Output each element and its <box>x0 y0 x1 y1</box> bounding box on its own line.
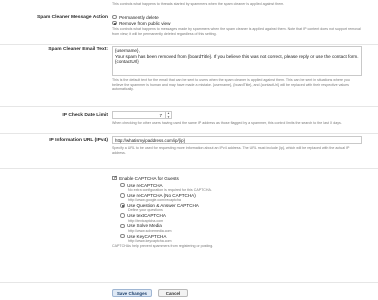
email-text-label: Spam Cleaner Email Text: <box>48 47 108 52</box>
divider <box>0 106 378 107</box>
enable-captcha-label: Enable CAPTCHA for Guests <box>119 175 179 181</box>
radio-checked-icon[interactable] <box>112 20 117 26</box>
save-changes-button[interactable]: Save Changes <box>112 289 152 297</box>
radio-icon[interactable] <box>120 223 125 229</box>
option-label: Use KeyCAPTCHA <box>127 233 167 239</box>
message-action-options: Permanently delete Remove from public vi… <box>112 14 362 36</box>
ip-date-limit-group: 7 ▲ ▼ When checking for other users havi… <box>112 111 362 126</box>
enable-captcha-checkbox[interactable]: Enable CAPTCHA for Guests <box>112 175 362 181</box>
radio-icon[interactable] <box>120 192 125 198</box>
option-link[interactable]: http://www.keycaptcha.com <box>128 239 362 243</box>
radio-icon[interactable] <box>120 233 125 239</box>
email-text-group: {username}, Your spam has been removed f… <box>112 46 362 92</box>
message-action-label: Spam Cleaner Message Action <box>36 15 108 20</box>
spinner-control[interactable]: ▲ ▼ <box>166 111 172 119</box>
option-label: Use textCAPTCHA <box>127 213 166 219</box>
email-line: {contactUrl} <box>115 59 139 65</box>
email-text-area[interactable]: {username}, Your spam has been removed f… <box>112 46 362 76</box>
option-label: Use Solve Media <box>127 223 162 229</box>
radio-icon[interactable] <box>112 14 117 20</box>
divider <box>0 44 378 45</box>
cancel-button[interactable]: Cancel <box>158 289 188 297</box>
ip-info-url-input[interactable]: http://whatismyipaddress.com/ip/{ip} <box>112 136 362 144</box>
radio-icon[interactable] <box>120 213 125 218</box>
captcha-option-textcaptcha[interactable]: Use textCAPTCHA http://textcaptcha.com <box>120 213 362 223</box>
option-label: Remove from public view <box>119 20 171 26</box>
captcha-options: Use reCAPTCHA No extra configuration is … <box>120 182 362 243</box>
ip-info-url-label: IP Information URL (IPv4) <box>49 138 108 143</box>
divider <box>0 282 378 283</box>
option-label: Use reCAPTCHA <box>127 182 163 188</box>
message-action-hint: This controls what happens to messages m… <box>112 27 361 36</box>
captcha-option-question-answer[interactable]: Use Question & Answer CAPTCHA Define you… <box>120 202 362 212</box>
thread-action-hint: This controls what happens to threads st… <box>112 2 285 6</box>
divider <box>0 168 378 169</box>
captcha-option-recaptcha[interactable]: Use reCAPTCHA No extra configuration is … <box>120 182 362 192</box>
ip-date-limit-input[interactable]: 7 <box>112 111 166 119</box>
captcha-group: Enable CAPTCHA for Guests Use reCAPTCHA … <box>112 175 362 249</box>
divider <box>0 133 378 134</box>
captcha-option-recaptcha-nocaptcha[interactable]: Use reCAPTCHA (No CAPTCHA) http://www.go… <box>120 192 362 202</box>
option-remove-from-public-view[interactable]: Remove from public view <box>112 20 362 26</box>
options-page: This controls what happens to threads st… <box>0 0 378 300</box>
captcha-hint: CAPTCHAs help prevent spammers from regi… <box>112 244 214 249</box>
option-label: Use reCAPTCHA (No CAPTCHA) <box>127 192 196 198</box>
radio-checked-icon[interactable] <box>120 203 125 208</box>
email-text-hint: This is the default text for the email t… <box>112 78 350 92</box>
ip-info-url-group: http://whatismyipaddress.com/ip/{ip} Spe… <box>112 136 362 155</box>
ip-date-limit-label: IP Check Date Limit <box>62 113 108 118</box>
captcha-option-solve-media[interactable]: Use Solve Media http://www.solvemedia.co… <box>120 223 362 233</box>
captcha-option-keycaptcha[interactable]: Use KeyCAPTCHA http://www.keycaptcha.com <box>120 233 362 243</box>
chevron-down-icon[interactable]: ▼ <box>167 115 170 119</box>
checkbox-checked-icon[interactable] <box>112 175 117 181</box>
option-label: Use Question & Answer CAPTCHA <box>127 202 199 208</box>
email-line: Your spam has been removed from {boardTi… <box>115 53 359 59</box>
ip-info-url-hint: Specify a URL to be used for requesting … <box>112 146 350 155</box>
radio-icon[interactable] <box>120 182 125 188</box>
option-label: Permanently delete <box>119 14 159 20</box>
ip-date-limit-hint: When checking for other users having use… <box>112 121 342 125</box>
